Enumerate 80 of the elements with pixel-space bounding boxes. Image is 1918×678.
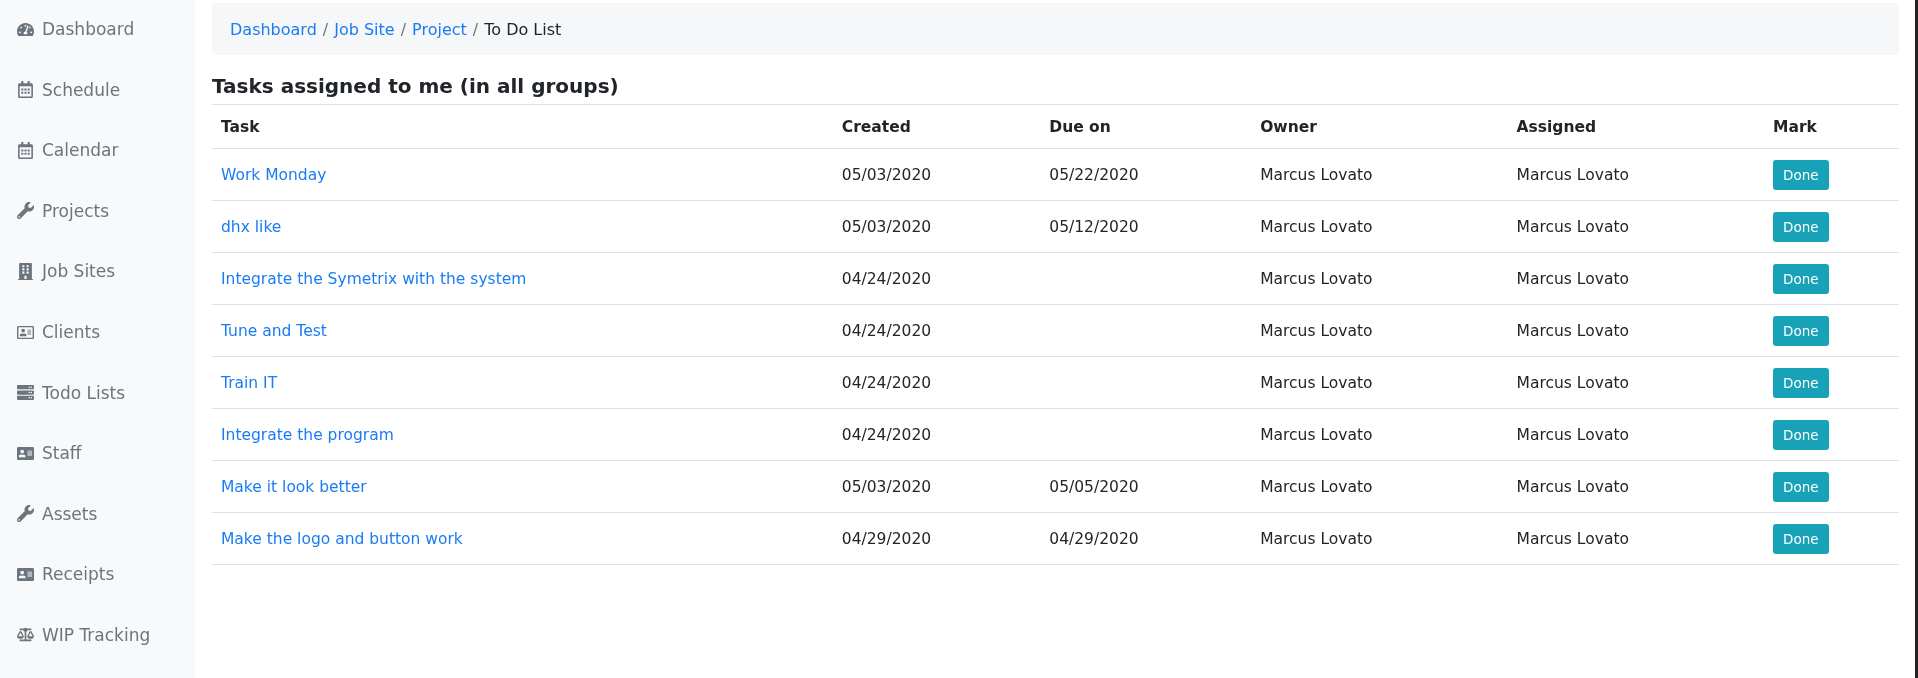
table-cell: Marcus Lovato xyxy=(1251,356,1508,409)
wrench-icon xyxy=(17,202,34,220)
table-cell: 04/24/2020 xyxy=(832,408,1041,461)
sidebar-item[interactable]: Projects xyxy=(0,193,195,255)
sidebar-item[interactable]: Clients xyxy=(0,314,195,376)
building-icon xyxy=(17,262,34,280)
done-button[interactable]: Done xyxy=(1773,211,1829,242)
table-cell: Marcus Lovato xyxy=(1507,408,1765,461)
task-link[interactable]: Integrate the Symetrix with the system xyxy=(221,269,527,288)
table-cell: 05/03/2020 xyxy=(832,200,1041,253)
table-cell: Marcus Lovato xyxy=(1507,200,1765,253)
done-button[interactable]: Done xyxy=(1773,367,1829,398)
task-link[interactable]: Make the logo and button work xyxy=(221,529,463,548)
current-page-label: To Do List xyxy=(484,19,562,39)
table-cell: Marcus Lovato xyxy=(1507,356,1765,409)
done-button[interactable]: Done xyxy=(1773,159,1829,190)
table-cell: 05/22/2020 xyxy=(1040,148,1252,201)
sidebar-item[interactable]: Receipts xyxy=(0,556,195,618)
done-button[interactable]: Done xyxy=(1773,523,1829,554)
sidebar-item[interactable]: Schedule xyxy=(0,72,195,134)
table-cell: Marcus Lovato xyxy=(1251,408,1508,461)
table-cell: Marcus Lovato xyxy=(1507,304,1765,357)
task-link[interactable]: Tune and Test xyxy=(221,321,327,340)
table-cell: Marcus Lovato xyxy=(1507,460,1765,513)
gauge-icon xyxy=(17,20,34,38)
table-cell: Marcus Lovato xyxy=(1251,252,1508,305)
sidebar-item[interactable]: Job Sites xyxy=(0,254,195,315)
column-header: Mark xyxy=(1764,104,1899,149)
table-cell: 05/05/2020 xyxy=(1040,460,1252,513)
column-header: Task xyxy=(212,104,833,149)
table-cell: 04/24/2020 xyxy=(832,356,1041,409)
table-cell: Marcus Lovato xyxy=(1507,252,1765,305)
table-cell: 05/12/2020 xyxy=(1040,200,1252,253)
calendar-icon xyxy=(17,81,34,99)
table-cell: 04/24/2020 xyxy=(832,304,1041,357)
column-header: Owner xyxy=(1251,104,1508,149)
task-link[interactable]: Integrate the program xyxy=(221,425,394,444)
sidebar-item[interactable]: Todo Lists xyxy=(0,375,195,436)
table-cell: 04/29/2020 xyxy=(832,512,1041,565)
id-card-icon xyxy=(17,323,34,341)
breadcrumb-separator: / xyxy=(322,19,329,39)
sidebar-item[interactable]: Assets xyxy=(0,496,195,557)
table-cell: 05/03/2020 xyxy=(832,460,1041,513)
wrench-icon xyxy=(17,505,34,523)
table-cell: 04/29/2020 xyxy=(1040,512,1252,565)
done-button[interactable]: Done xyxy=(1773,315,1829,346)
table-cell: Marcus Lovato xyxy=(1507,148,1765,201)
breadcrumb-link[interactable]: Project xyxy=(412,19,467,39)
done-button[interactable]: Done xyxy=(1773,471,1829,502)
calendar-icon xyxy=(17,141,34,159)
task-link[interactable]: dhx like xyxy=(221,217,282,236)
table-cell: Marcus Lovato xyxy=(1251,200,1508,253)
id-card-icon xyxy=(17,565,34,583)
balance-scale-icon xyxy=(17,626,34,644)
id-card-icon xyxy=(17,444,34,462)
sidebar-item[interactable]: Calendar xyxy=(0,133,195,194)
sidebar-item[interactable]: Dashboard xyxy=(0,12,195,73)
table-cell: Marcus Lovato xyxy=(1251,512,1508,565)
task-link[interactable]: Train IT xyxy=(221,373,278,392)
table-cell: Marcus Lovato xyxy=(1251,148,1508,201)
breadcrumb-link[interactable]: Dashboard xyxy=(230,19,317,39)
column-header: Created xyxy=(832,104,1041,149)
section-heading: Tasks assigned to me (in all groups) xyxy=(212,74,620,98)
stacked-bars-icon xyxy=(17,384,34,402)
table-cell: Marcus Lovato xyxy=(1251,460,1508,513)
sidebar-item[interactable]: WIP Tracking xyxy=(0,617,195,678)
table-cell: Marcus Lovato xyxy=(1507,512,1765,565)
task-link[interactable]: Work Monday xyxy=(221,165,327,184)
task-link[interactable]: Make it look better xyxy=(221,477,367,496)
column-header: Assigned xyxy=(1507,104,1765,149)
table-cell: Marcus Lovato xyxy=(1251,304,1508,357)
column-header: Due on xyxy=(1040,104,1252,149)
done-button[interactable]: Done xyxy=(1773,263,1829,294)
breadcrumb-separator: / xyxy=(400,19,407,39)
sidebar-item[interactable]: Staff xyxy=(0,435,195,497)
table-cell: 05/03/2020 xyxy=(832,148,1041,201)
table-cell: 04/24/2020 xyxy=(832,252,1041,305)
done-button[interactable]: Done xyxy=(1773,419,1829,450)
breadcrumb-link[interactable]: Job Site xyxy=(334,19,395,39)
breadcrumb-separator: / xyxy=(472,19,479,39)
